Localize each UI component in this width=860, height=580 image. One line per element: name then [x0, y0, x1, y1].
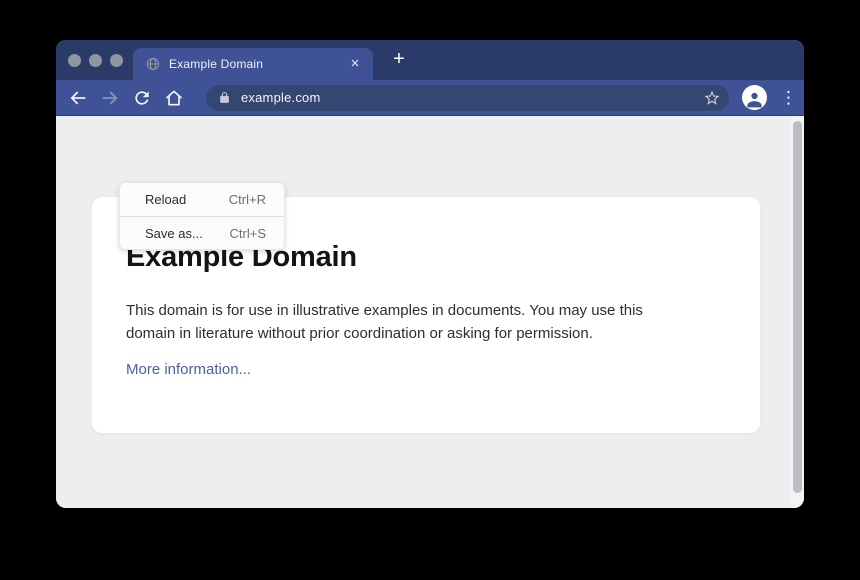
tab-strip: Example Domain × +	[56, 40, 804, 80]
menu-item-shortcut: Ctrl+R	[229, 192, 266, 207]
browser-window: Example Domain × + example	[56, 40, 804, 508]
menu-item-label: Reload	[145, 192, 186, 207]
tab-example-domain[interactable]: Example Domain ×	[133, 48, 373, 80]
new-tab-button[interactable]: +	[388, 47, 410, 73]
back-icon[interactable]	[68, 88, 88, 108]
tab-title: Example Domain	[169, 57, 347, 71]
browser-toolbar: example.com ⋮	[56, 80, 804, 116]
url-text: example.com	[241, 90, 703, 105]
paragraph-line: domain in literature without prior coord…	[126, 322, 726, 345]
more-information-link[interactable]: More information...	[126, 361, 251, 378]
paragraph-line: This domain is for use in illustrative e…	[126, 299, 726, 322]
tab-favicon-globe-icon	[146, 57, 160, 71]
page-paragraph: This domain is for use in illustrative e…	[126, 299, 726, 345]
profile-avatar-button[interactable]	[742, 85, 767, 110]
menu-item-shortcut: Ctrl+S	[230, 226, 266, 241]
screenshot-stage: Example Domain × + example	[0, 0, 860, 580]
page-viewport: Example Domain This domain is for use in…	[56, 116, 804, 508]
reload-icon[interactable]	[132, 88, 152, 108]
menu-item-label: Save as...	[145, 226, 203, 241]
context-menu-item-save-as[interactable]: Save as... Ctrl+S	[120, 216, 284, 249]
close-window-button[interactable]	[68, 54, 81, 67]
person-icon	[745, 90, 764, 109]
close-tab-icon[interactable]: ×	[347, 56, 363, 72]
lock-icon	[218, 91, 231, 104]
browser-menu-icon[interactable]: ⋮	[780, 89, 794, 106]
scrollbar-track[interactable]	[791, 116, 804, 508]
context-menu-item-reload[interactable]: Reload Ctrl+R	[120, 183, 284, 216]
maximize-window-button[interactable]	[110, 54, 123, 67]
forward-icon[interactable]	[100, 88, 120, 108]
address-bar[interactable]: example.com	[206, 85, 729, 111]
home-icon[interactable]	[164, 88, 184, 108]
context-menu: Reload Ctrl+R Save as... Ctrl+S	[119, 182, 285, 250]
bookmark-star-icon[interactable]	[703, 89, 721, 107]
window-controls	[68, 40, 123, 80]
scrollbar-thumb[interactable]	[793, 121, 802, 493]
minimize-window-button[interactable]	[89, 54, 102, 67]
